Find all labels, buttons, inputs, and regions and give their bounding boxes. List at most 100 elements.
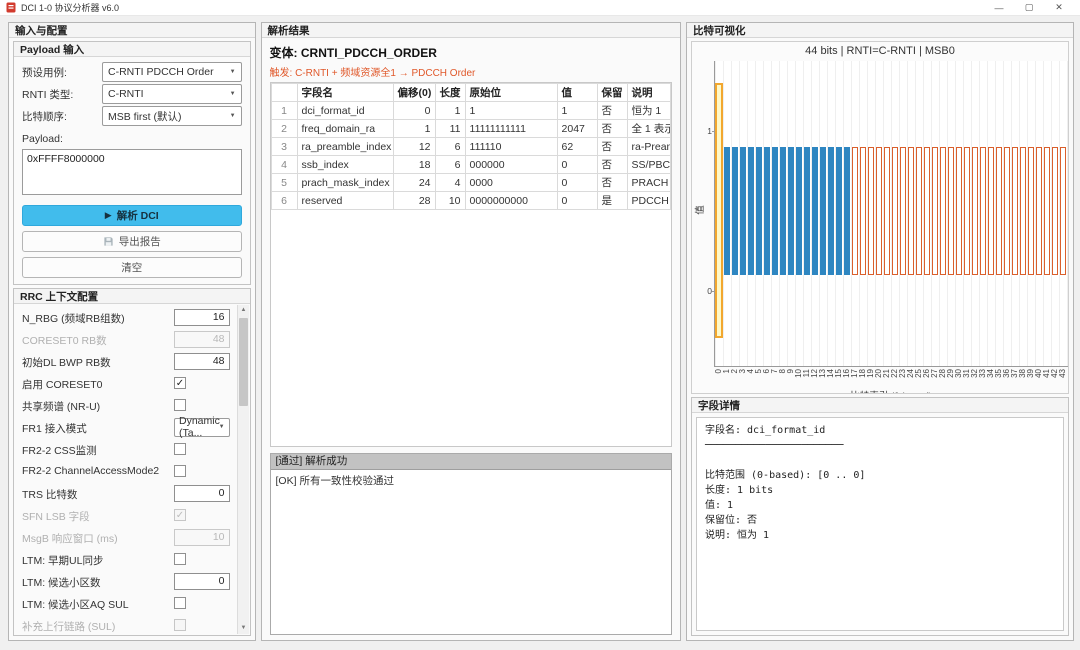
bit-bar (780, 147, 786, 275)
highlighted-bit-bar (715, 83, 723, 339)
bit-bar (812, 147, 818, 275)
field-select[interactable]: C-RNTI ▼ (102, 84, 242, 104)
table-cell: 6 (270, 191, 298, 210)
table-cell: 否 (596, 101, 628, 120)
rrc-checkbox[interactable] (174, 465, 186, 477)
rrc-field-label: FR2-2 ChannelAccessMode2 (22, 465, 160, 477)
rrc-row: SFN LSB 字段 ✓ (14, 504, 250, 526)
field-select[interactable]: C-RNTI PDCCH Order ▼ (102, 62, 242, 82)
table-row[interactable]: 2freq_domain_ra111111111111112047否全 1 表示… (270, 119, 671, 138)
chevron-down-icon: ▼ (229, 113, 236, 119)
table-header-row: 字段名 偏移(0) 长度 原始位值保留 说明 (270, 83, 671, 102)
export-report-button[interactable]: 导出报告 (22, 231, 242, 252)
table-row[interactable]: 4ssb_index1860000000否SS/PBCH 索引 (270, 155, 671, 174)
table-cell: 否 (596, 137, 628, 156)
variant-line: 变体: CRNTI_PDCCH_ORDER (270, 44, 672, 60)
table-cell: reserved (296, 191, 394, 210)
table-row[interactable]: 1 dci_format_id 0 1 1 1 否恒为 1 (270, 101, 671, 120)
rrc-value-input[interactable] (174, 484, 230, 502)
play-icon: ▶ (104, 210, 112, 220)
rrc-row: FR2-2 ChannelAccessMode2 (14, 460, 250, 482)
payload-input[interactable]: 0xFFFF8000000 (22, 149, 242, 195)
table-cell: 否 (596, 119, 628, 138)
payload-fields: 预设用例: C-RNTI PDCCH Order ▼ RNTI 类型: C-RNTI ▼ 比… (14, 57, 250, 126)
bit-bar (948, 147, 954, 275)
table-cell: 12 (392, 137, 436, 156)
field-details-group: 字段详情 字段名: dci_format_id ─────────────────… (691, 397, 1069, 636)
y-tick-mark (712, 131, 715, 133)
rrc-group: RRC 上下文配置 N_RBG (频域RB组数) CORESET0 RB数初始DL… (13, 288, 251, 636)
detail-line (705, 453, 1055, 468)
bit-bar (908, 147, 914, 275)
bit-bar (772, 147, 778, 275)
table-cell: 3 (270, 137, 298, 156)
field-details-text: 字段名: dci_format_id ──────────────────────… (696, 417, 1064, 631)
table-cell: 000000 (464, 155, 558, 174)
bit-bar (860, 147, 866, 275)
table-cell: PDCCH Order 保留比特 (626, 191, 671, 210)
rrc-row: N_RBG (频域RB组数) (14, 306, 250, 328)
scroll-down-icon[interactable]: ▼ (238, 623, 250, 634)
bit-bar (972, 147, 978, 275)
table-cell: 1 (392, 119, 436, 138)
rrc-field-label: MsgB 响应窗口 (ms) (22, 533, 118, 545)
table-row[interactable]: 6reserved281000000000000是PDCCH Order 保留比… (270, 191, 671, 210)
titlebar: DCI 1-0 协议分析器 v6.0 — ▢ ✕ (0, 0, 1080, 16)
table-cell: 0 (556, 191, 598, 210)
table-cell: 0000000000 (464, 191, 558, 210)
bit-bar (868, 147, 874, 275)
bit-bar (740, 147, 746, 275)
clear-label: 清空 (121, 262, 143, 274)
field-label: RNTI 类型: (22, 88, 74, 101)
maximize-button[interactable]: ▢ (1014, 2, 1044, 13)
rrc-checkbox[interactable]: ✓ (174, 377, 186, 389)
table-cell: PRACH 掩码索引 (626, 173, 671, 192)
table-cell: 否 (596, 173, 628, 192)
field-select[interactable]: MSB first (默认) ▼ (102, 106, 242, 126)
rrc-field-label: CORESET0 RB数 (22, 335, 107, 347)
chevron-down-icon: ▼ (218, 424, 225, 430)
scrollbar-thumb[interactable] (238, 318, 248, 406)
bit-bar (876, 147, 882, 275)
table-column-header: 长度 (434, 83, 466, 102)
table-cell: 0 (556, 155, 598, 174)
close-button[interactable]: ✕ (1044, 2, 1074, 13)
bit-bar (956, 147, 962, 275)
rrc-value-input[interactable] (174, 308, 230, 326)
rrc-checkbox[interactable] (174, 443, 186, 455)
parse-result-caption: 解析结果 (261, 23, 680, 38)
table-cell: 是 (596, 191, 628, 210)
table-cell: 111110 (464, 137, 558, 156)
bit-bar (1004, 147, 1010, 275)
rrc-checkbox[interactable] (174, 399, 186, 411)
bit-bar (988, 147, 994, 275)
field-label: 比特顺序: (22, 110, 67, 123)
minimize-button[interactable]: — (984, 3, 1014, 13)
table-row[interactable]: 3ra_preamble_index12611111062否ra-Preambl… (270, 137, 671, 156)
rrc-checkbox[interactable] (174, 553, 186, 565)
rrc-value-input[interactable] (174, 352, 230, 370)
parse-dci-button[interactable]: ▶ 解析 DCI (22, 205, 242, 226)
rrc-select[interactable]: Dynamic (Ta... ▼ (174, 415, 230, 439)
bit-bar (796, 147, 802, 275)
table-row[interactable]: 5prach_mask_index24400000否PRACH 掩码索引 (270, 173, 671, 192)
table-cell: freq_domain_ra (296, 119, 394, 138)
clear-button[interactable]: 清空 (22, 257, 242, 278)
rrc-checkbox[interactable] (174, 597, 186, 609)
table-cell: 2 (270, 119, 298, 138)
table-cell: ssb_index (296, 155, 394, 174)
table-cell: 1 (464, 101, 558, 120)
select-value: MSB first (默认) (108, 110, 182, 123)
rrc-field-label: 共享频谱 (NR-U) (22, 401, 101, 413)
detail-line: 值: 1 (705, 500, 734, 511)
bit-visualization-panel: 比特可视化 44 bits | RNTI=C-RNTI | MSB0 值 012… (686, 22, 1074, 641)
rrc-row: MsgB 响应窗口 (ms) (14, 526, 250, 548)
window-title: DCI 1-0 协议分析器 v6.0 (21, 3, 120, 13)
rrc-field-label: LTM: 候选小区AQ SUL (22, 599, 129, 611)
bit-chart: 44 bits | RNTI=C-RNTI | MSB0 值 012345678… (691, 41, 1069, 394)
main-area: 输入与配置 Payload 输入 预设用例: C-RNTI PDCCH Order… (0, 16, 1080, 650)
rrc-value-input[interactable] (174, 572, 230, 590)
rrc-scrollbar[interactable]: ▲ ▼ (236, 305, 250, 634)
table-cell: 1 (270, 101, 298, 120)
scroll-up-icon[interactable]: ▲ (238, 305, 250, 316)
